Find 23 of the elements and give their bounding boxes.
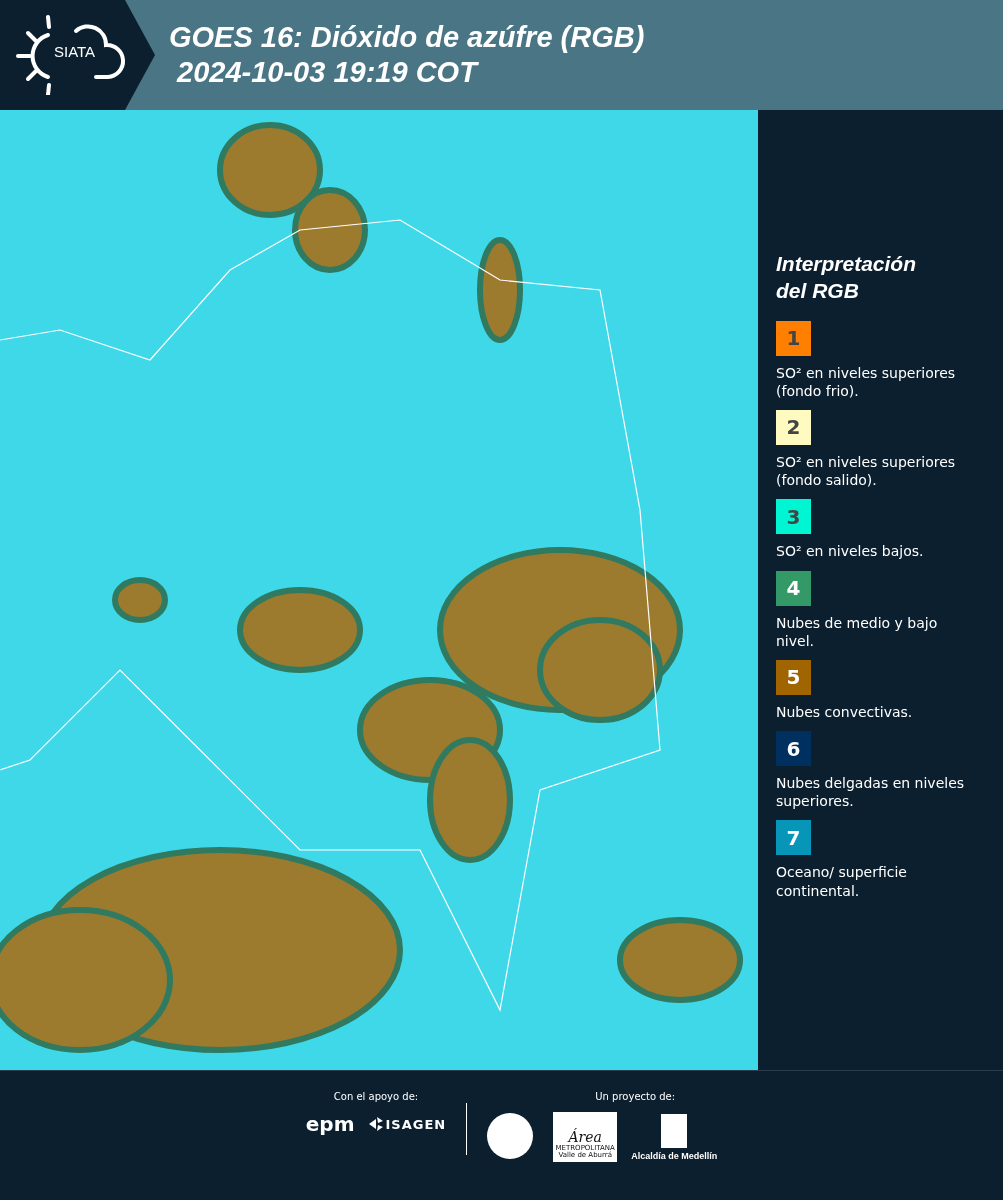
project-label: Un proyecto de: bbox=[595, 1091, 676, 1102]
legend-title: Interpretación del RGB bbox=[776, 251, 918, 305]
support-label: Con el apoyo de: bbox=[333, 1091, 419, 1102]
map-title: GOES 16: Dióxido de azúfre (RGB) bbox=[169, 20, 645, 55]
timestamp: 2024-10-03 19:19 COT bbox=[175, 55, 480, 90]
legend-swatch: 4 bbox=[776, 570, 811, 606]
legend-swatch: 6 bbox=[776, 731, 811, 767]
legend-label: Nubes de medio y bajo nivel. bbox=[776, 613, 939, 650]
legend-label: Nubes delgadas en niveles superiores. bbox=[776, 774, 966, 811]
legend-label: SO² en niveles superiores (fondo frio). bbox=[776, 363, 957, 400]
siata-logo: SIATA bbox=[16, 15, 126, 95]
legend-swatch: 3 bbox=[776, 499, 811, 535]
legend-swatch: 5 bbox=[776, 659, 811, 695]
epm-logo: epm bbox=[305, 1112, 355, 1136]
legend-label: SO² en niveles bajos. bbox=[776, 542, 925, 561]
legend-label: SO² en niveles superiores (fondo salido). bbox=[776, 452, 957, 490]
isagen-logo: ISAGEN bbox=[368, 1116, 447, 1132]
legend-label: Oceano/ superficie continental. bbox=[776, 863, 908, 900]
legend-swatch: 2 bbox=[776, 409, 811, 445]
legend-swatch: 1 bbox=[776, 320, 811, 356]
legend-swatch: 7 bbox=[776, 820, 811, 856]
alcaldia-logo: Alcaldía de Medellín bbox=[631, 1150, 718, 1161]
legend-label: Nubes convectivas. bbox=[776, 702, 914, 722]
